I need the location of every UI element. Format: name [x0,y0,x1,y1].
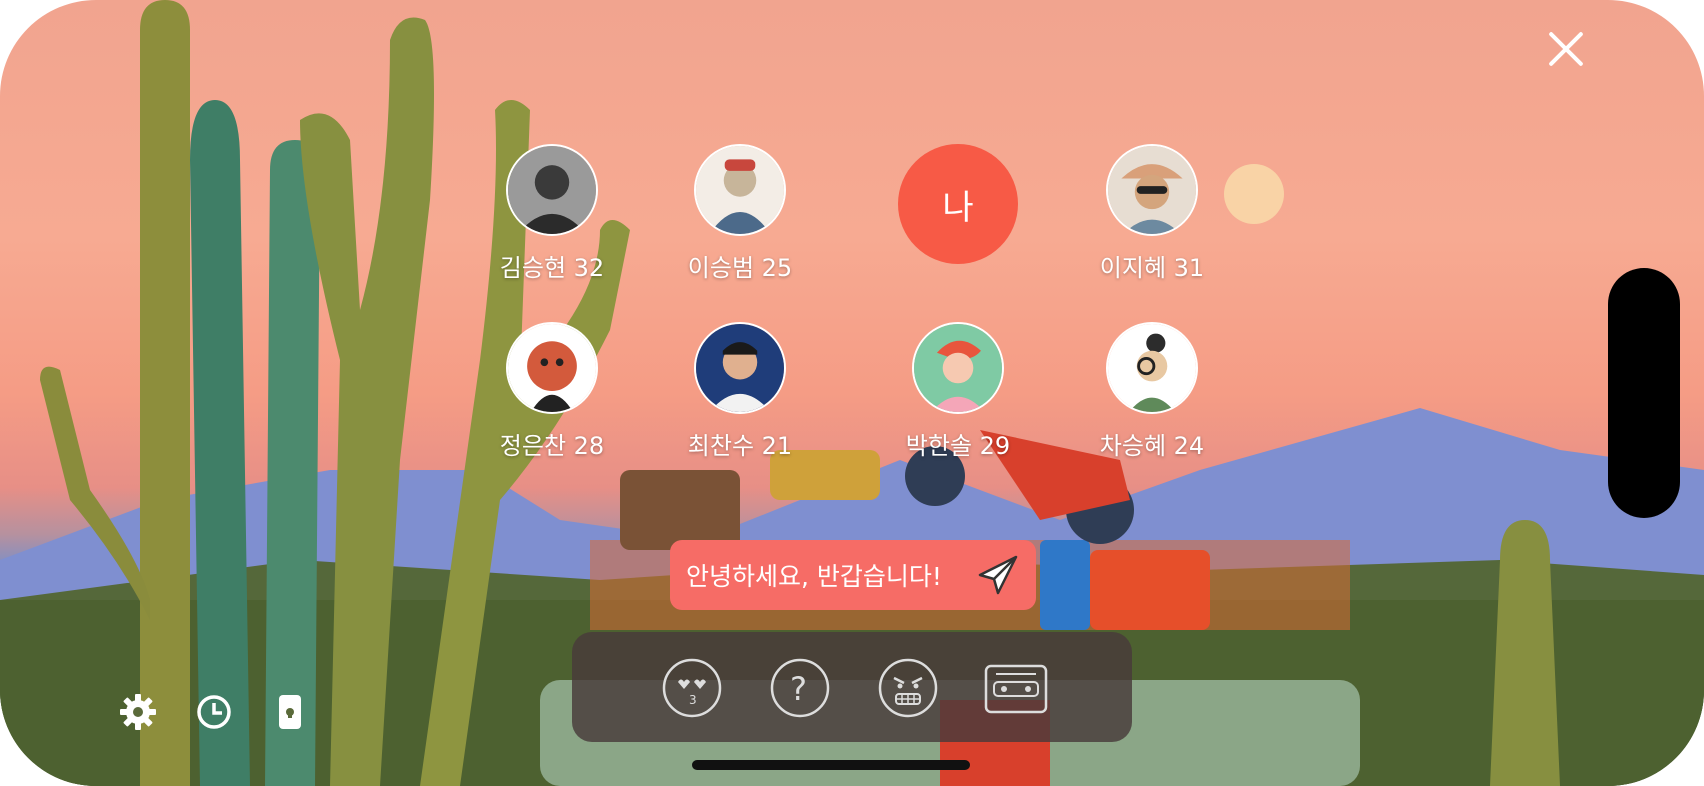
svg-text:3: 3 [689,693,697,707]
avatar [1106,144,1198,236]
participant-name: 차승혜 24 [1099,432,1205,460]
participant-name: 박한솔 29 [905,432,1011,460]
avatar [694,144,786,236]
avatar [506,144,598,236]
clock-icon[interactable] [194,692,234,732]
gear-icon[interactable] [118,692,158,732]
reaction-toolbar: 3 ? [572,632,1132,742]
avatar [1106,322,1198,414]
cassette-icon[interactable] [980,656,1060,720]
participant-item[interactable]: 이승범 25 [660,144,820,283]
participant-name: 이지혜 31 [1099,254,1205,282]
participant-name: 김승현 32 [499,254,605,282]
send-icon[interactable] [976,553,1020,597]
participant-item[interactable]: 김승현 32 [472,144,632,283]
me-label: 나 [942,187,974,228]
participant-name: 정은찬 28 [499,432,605,460]
angry-face-icon[interactable] [876,656,940,720]
participant-item[interactable]: 차승혜 24 [1072,322,1232,461]
avatar [694,322,786,414]
phone-lock-icon[interactable] [270,692,310,732]
message-text: 안녕하세요, 반갑습니다! [686,562,942,591]
message-input[interactable]: 안녕하세요, 반갑습니다! [670,540,1036,610]
question-icon[interactable]: ? [768,656,832,720]
camera-notch [1608,268,1680,518]
me-avatar: 나 [898,144,1018,264]
participant-me[interactable]: 나 [878,144,1038,264]
participant-name: 최찬수 21 [687,432,793,460]
heart-eyes-kiss-icon[interactable]: 3 [660,656,724,720]
participant-item[interactable]: 최찬수 21 [660,322,820,461]
avatar [506,322,598,414]
avatar [912,322,1004,414]
participant-item[interactable]: 박한솔 29 [878,322,1038,461]
close-icon[interactable] [1544,26,1588,70]
participant-item[interactable]: 이지혜 31 [1072,144,1232,283]
participant-name: 이승범 25 [687,254,793,282]
home-indicator [692,760,970,770]
participant-item[interactable]: 정은찬 28 [472,322,632,461]
svg-text:?: ? [790,670,807,708]
